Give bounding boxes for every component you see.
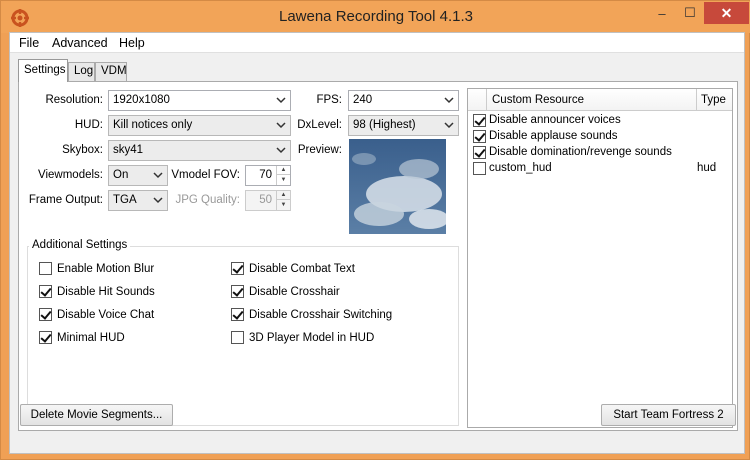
resource-name: Disable domination/revenge sounds — [489, 146, 672, 158]
resolution-label: Resolution: — [45, 94, 103, 106]
skybox-label: Skybox: — [62, 144, 103, 156]
chevron-down-icon — [276, 122, 286, 129]
chevron-down-icon — [153, 172, 163, 179]
table-header: Custom Resource Type — [468, 89, 732, 111]
checkbox-box[interactable] — [39, 262, 52, 275]
resolution-value: 1920x1080 — [113, 94, 170, 106]
checkbox-box[interactable] — [39, 308, 52, 321]
chevron-down-icon — [444, 97, 454, 104]
vmodel-fov-label: Vmodel FOV: — [171, 169, 240, 181]
jpg-quality-spinner[interactable]: 50 ▲ ▼ — [245, 190, 291, 211]
hud-value: Kill notices only — [113, 119, 193, 131]
window-title: Lawena Recording Tool 4.1.3 — [278, 8, 474, 25]
resource-name: custom_hud — [489, 162, 552, 174]
resource-name: Disable applause sounds — [489, 130, 618, 142]
checkbox-label: Disable Crosshair Switching — [249, 308, 393, 321]
menu-file[interactable]: File — [19, 36, 39, 50]
skybox-select[interactable]: sky41 — [108, 140, 291, 161]
row-checkbox[interactable] — [473, 146, 486, 159]
disable-hit-sounds-checkbox[interactable]: Disable Hit Sounds — [39, 285, 155, 298]
frame-output-value: TGA — [113, 194, 137, 206]
column-header-custom-resource[interactable]: Custom Resource — [492, 94, 584, 106]
table-row[interactable]: Disable announcer voices — [468, 113, 732, 129]
frame-output-label: Frame Output: — [28, 194, 103, 206]
checkbox-label: Disable Voice Chat — [57, 308, 155, 321]
hud-select[interactable]: Kill notices only — [108, 115, 291, 136]
checkbox-box[interactable] — [231, 331, 244, 344]
spinner-up-icon[interactable]: ▲ — [277, 166, 290, 175]
checkbox-box[interactable] — [39, 285, 52, 298]
resource-name: Disable announcer voices — [489, 114, 621, 126]
minimal-hud-checkbox[interactable]: Minimal HUD — [39, 331, 125, 344]
resource-type: hud — [697, 162, 717, 174]
frame-output-select[interactable]: TGA — [108, 190, 168, 211]
table-row[interactable]: Disable domination/revenge sounds — [468, 145, 732, 161]
hud-label: HUD: — [74, 119, 103, 131]
enable-motion-blur-checkbox[interactable]: Enable Motion Blur — [39, 262, 154, 275]
row-checkbox[interactable] — [473, 130, 486, 143]
disable-crosshair-checkbox[interactable]: Disable Crosshair — [231, 285, 340, 298]
vmodel-fov-value: 70 — [259, 169, 272, 181]
dxlevel-value: 98 (Highest) — [353, 119, 416, 131]
checkbox-label: Enable Motion Blur — [57, 262, 155, 275]
checkbox-label: Minimal HUD — [57, 331, 125, 344]
chevron-down-icon — [276, 97, 286, 104]
disable-voice-chat-checkbox[interactable]: Disable Voice Chat — [39, 308, 154, 321]
viewmodels-label: Viewmodels: — [38, 169, 103, 181]
skybox-preview-image — [349, 139, 446, 234]
checkbox-label: Disable Hit Sounds — [57, 285, 155, 298]
column-header-type[interactable]: Type — [701, 94, 726, 106]
fps-select[interactable]: 240 — [348, 90, 459, 111]
disable-crosshair-switching-checkbox[interactable]: Disable Crosshair Switching — [231, 308, 392, 321]
table-row[interactable]: custom_hud hud — [468, 161, 732, 177]
viewmodels-value: On — [113, 169, 129, 181]
fps-label: FPS: — [316, 94, 342, 106]
checkbox-box[interactable] — [39, 331, 52, 344]
checkbox-box[interactable] — [231, 262, 244, 275]
3d-player-model-checkbox[interactable]: 3D Player Model in HUD — [231, 331, 374, 344]
menu-bar: File Advanced Help — [10, 33, 744, 53]
title-bar[interactable]: Lawena Recording Tool 4.1.3 – ☐ ✕ — [1, 1, 750, 33]
checkbox-box[interactable] — [231, 308, 244, 321]
dxlevel-select[interactable]: 98 (Highest) — [348, 115, 459, 136]
chevron-down-icon — [444, 122, 454, 129]
table-row[interactable]: Disable applause sounds — [468, 129, 732, 145]
client-area: File Advanced Help Settings Log VDM Reso… — [9, 32, 745, 454]
checkbox-label: 3D Player Model in HUD — [249, 331, 375, 344]
start-team-fortress-2-button[interactable]: Start Team Fortress 2 — [601, 404, 736, 426]
settings-panel: Resolution: 1920x1080 HUD: Kill notices … — [18, 81, 738, 431]
chevron-down-icon — [153, 197, 163, 204]
resolution-select[interactable]: 1920x1080 — [108, 90, 291, 111]
disable-combat-text-checkbox[interactable]: Disable Combat Text — [231, 262, 355, 275]
close-button[interactable]: ✕ — [704, 2, 749, 24]
menu-advanced[interactable]: Advanced — [52, 36, 108, 50]
checkbox-box[interactable] — [231, 285, 244, 298]
spinner-up-icon[interactable]: ▲ — [277, 191, 290, 200]
preview-label: Preview: — [297, 144, 342, 156]
dxlevel-label: DxLevel: — [297, 119, 342, 131]
chevron-down-icon — [276, 147, 286, 154]
minimize-button[interactable]: – — [649, 2, 675, 24]
custom-resources-table[interactable]: Custom Resource Type Disable announcer v… — [467, 88, 733, 428]
fps-value: 240 — [353, 94, 373, 106]
vmodel-fov-spinner[interactable]: 70 ▲ ▼ — [245, 165, 291, 186]
row-checkbox[interactable] — [473, 162, 486, 175]
row-checkbox[interactable] — [473, 114, 486, 127]
jpg-quality-value: 50 — [259, 194, 272, 206]
jpg-quality-label: JPG Quality: — [175, 194, 240, 206]
additional-settings-title: Additional Settings — [29, 239, 131, 251]
maximize-button[interactable]: ☐ — [677, 2, 703, 24]
checkbox-label: Disable Combat Text — [249, 262, 355, 275]
app-window: Lawena Recording Tool 4.1.3 – ☐ ✕ File A… — [0, 0, 750, 460]
spinner-down-icon[interactable]: ▼ — [277, 201, 290, 210]
delete-movie-segments-button[interactable]: Delete Movie Segments... — [20, 404, 173, 426]
spinner-down-icon[interactable]: ▼ — [277, 176, 290, 185]
viewmodels-select[interactable]: On — [108, 165, 168, 186]
checkbox-label: Disable Crosshair — [249, 285, 340, 298]
tab-vdm[interactable]: VDM — [95, 62, 127, 81]
skybox-value: sky41 — [113, 144, 144, 156]
tab-log[interactable]: Log — [68, 62, 95, 81]
menu-help[interactable]: Help — [119, 36, 145, 50]
tab-settings[interactable]: Settings — [18, 59, 68, 82]
